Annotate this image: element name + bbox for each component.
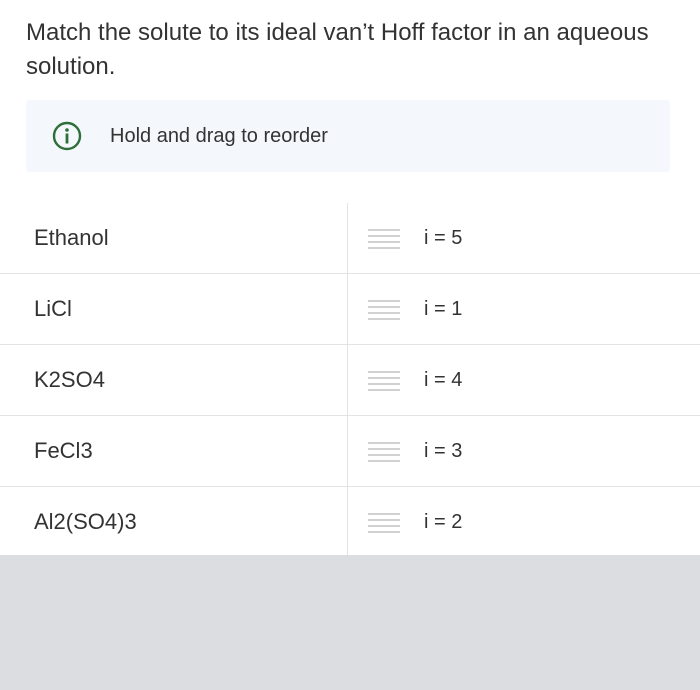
column-divider [347,203,348,555]
drag-handle-icon[interactable] [366,226,402,250]
footer-area [0,555,700,690]
drag-handle-icon[interactable] [366,510,402,534]
info-banner: Hold and drag to reorder [26,100,670,172]
factor-label: i = 3 [424,439,463,462]
info-text: Hold and drag to reorder [110,124,328,147]
factor-label: i = 2 [424,510,463,533]
match-row: Al2(SO4)3 i = 2 [0,487,700,557]
solute-label: FeCl3 [34,438,93,463]
solute-label: Al2(SO4)3 [34,509,137,534]
match-row: FeCl3 i = 3 [0,416,700,487]
solute-label: LiCl [34,296,72,321]
match-question-page: Match the solute to its ideal van’t Hoff… [0,0,700,690]
question-text: Match the solute to its ideal van’t Hoff… [26,19,649,80]
draggable-answer[interactable]: i = 1 [366,274,462,344]
drag-handle-icon[interactable] [366,439,402,463]
solute-label: Ethanol [34,225,109,250]
match-table: Ethanol i = 5 LiCl i = 1 K2SO4 i = 4 FeC… [0,203,700,557]
factor-label: i = 4 [424,368,463,391]
draggable-answer[interactable]: i = 5 [366,203,462,273]
drag-handle-icon[interactable] [366,368,402,392]
match-row: K2SO4 i = 4 [0,345,700,416]
solute-label: K2SO4 [34,367,105,392]
draggable-answer[interactable]: i = 3 [366,416,462,486]
match-row: Ethanol i = 5 [0,203,700,274]
factor-label: i = 5 [424,226,463,249]
draggable-answer[interactable]: i = 2 [366,487,462,557]
drag-handle-icon[interactable] [366,297,402,321]
info-icon [50,119,84,153]
draggable-answer[interactable]: i = 4 [366,345,462,415]
match-row: LiCl i = 1 [0,274,700,345]
factor-label: i = 1 [424,297,463,320]
